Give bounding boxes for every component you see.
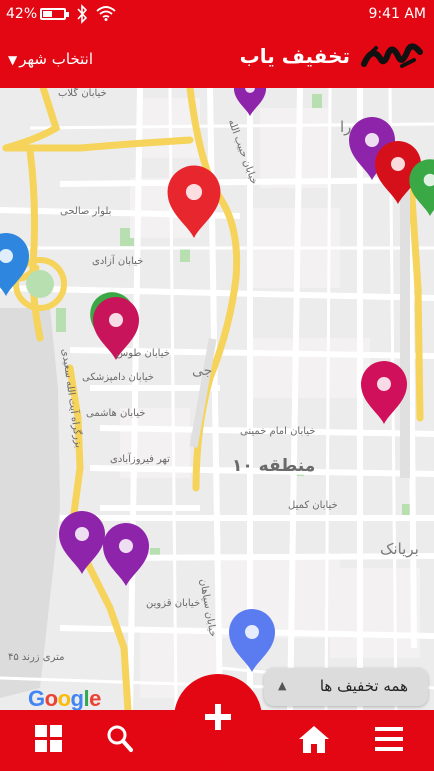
brand-logo-icon <box>358 36 428 76</box>
street-label: تهر فیروزآبادی <box>110 454 170 465</box>
clock: 9:41 AM <box>368 6 426 22</box>
city-selector[interactable]: ▼ انتخاب شهر <box>8 50 93 68</box>
all-discounts-label: همه تخفیف ها <box>319 677 408 695</box>
menu-icon[interactable] <box>374 724 404 758</box>
city-selector-label: انتخاب شهر <box>19 50 94 68</box>
district-label: منطقه ۱۰ <box>232 456 316 476</box>
caret-up-icon: ▲ <box>278 679 287 692</box>
street-label: ۴۵ متری زرند <box>8 652 65 663</box>
map-view[interactable]: خیابان گلاب بلوار صالحی خیابان آزادی خیا… <box>0 88 434 710</box>
discount-pin[interactable] <box>59 511 105 574</box>
street-label: خیابان طوس <box>116 348 170 359</box>
all-discounts-button[interactable]: ▲ همه تخفیف ها <box>264 668 428 706</box>
street-label: بلوار صالحی <box>60 206 112 217</box>
caret-down-icon: ▼ <box>8 53 18 67</box>
bluetooth-icon <box>76 4 88 28</box>
app-header: ▼ انتخاب شهر تخفیف یاب <box>0 30 434 88</box>
home-icon[interactable] <box>298 724 330 758</box>
battery-percent: 42% <box>6 6 38 22</box>
wifi-icon <box>96 5 116 25</box>
add-icon <box>205 704 231 730</box>
search-icon[interactable] <box>106 724 134 758</box>
street-label: خیابان کمیل <box>288 500 338 511</box>
status-bar: 42% 9:41 AM <box>0 0 434 30</box>
battery-icon <box>40 8 69 20</box>
street-label: خیابان امام خمینی <box>240 426 316 437</box>
discount-pin[interactable] <box>103 523 149 586</box>
grid-icon[interactable] <box>34 724 64 758</box>
area-label: را <box>340 118 352 136</box>
area-label: بریانک <box>380 540 419 558</box>
app-screen: 42% 9:41 AM ▼ انتخاب شهر تخفیف یاب خیابا… <box>0 0 434 771</box>
app-title: تخفیف یاب <box>239 44 350 68</box>
street-label: خیابان آزادی <box>92 256 144 267</box>
street-label: خیابان قزوین <box>146 598 201 609</box>
area-label: جی <box>192 363 213 379</box>
street-label: خیابان هاشمی <box>86 408 146 419</box>
large-block <box>0 308 60 698</box>
discount-pin[interactable] <box>229 609 275 672</box>
street-label: خیابان گلاب <box>58 88 107 99</box>
google-logo: Google <box>28 686 101 710</box>
add-button[interactable] <box>174 674 262 762</box>
street-label: خیابان دامپزشکی <box>82 372 154 383</box>
